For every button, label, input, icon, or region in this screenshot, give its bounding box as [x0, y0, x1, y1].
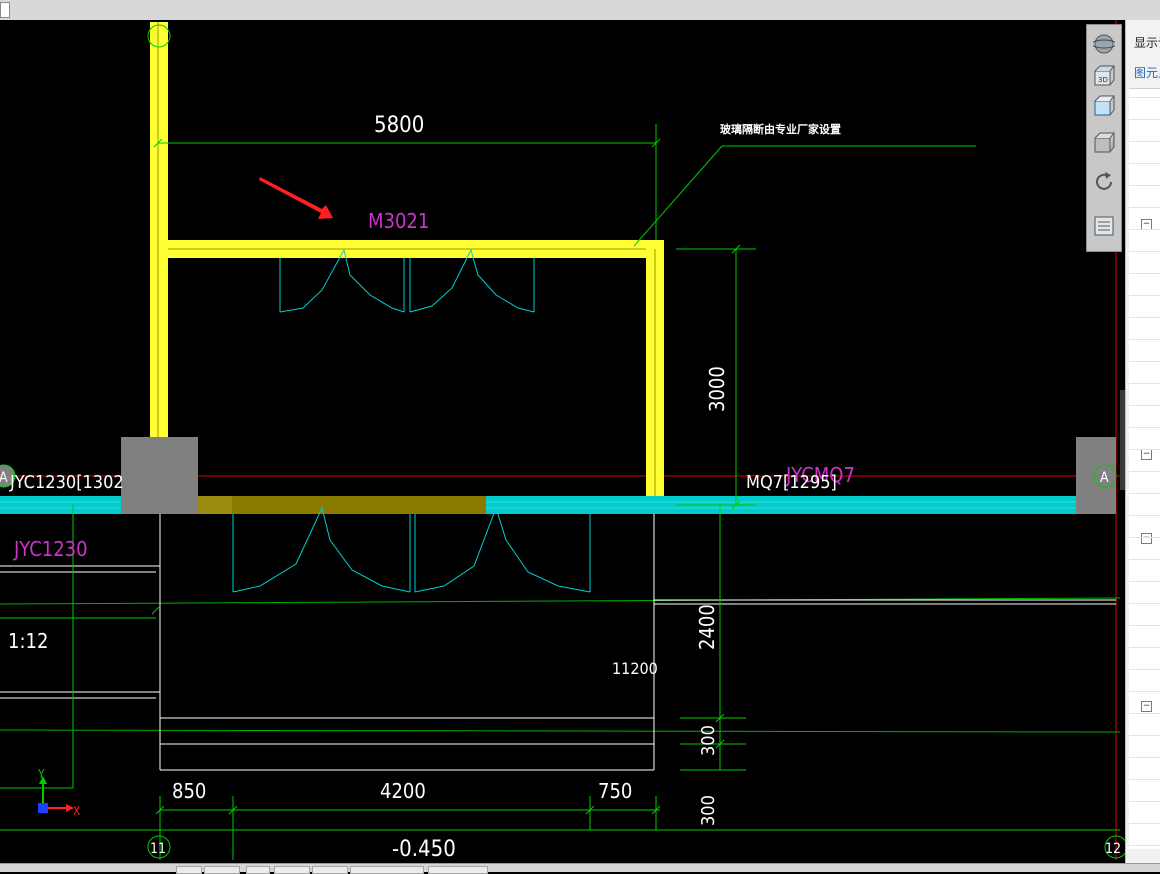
property-row	[1129, 779, 1160, 780]
ucs-icon	[38, 776, 74, 813]
view-toolbar: 3D	[1086, 24, 1122, 252]
property-row	[1129, 537, 1160, 538]
property-row	[1129, 163, 1160, 164]
length-label: 11200	[612, 659, 658, 678]
status-button[interactable]	[312, 866, 348, 874]
property-row	[1129, 251, 1160, 252]
scale-text: 1:12	[8, 629, 48, 653]
property-row	[1129, 449, 1160, 450]
dim-750-text: 750	[598, 779, 632, 803]
property-row	[1129, 801, 1160, 802]
axis-11-text: 11	[150, 841, 166, 857]
property-row	[1129, 295, 1160, 296]
dim-top-text: 5800	[374, 113, 424, 138]
property-row	[1129, 207, 1160, 208]
property-row	[1129, 229, 1160, 230]
property-row	[1129, 273, 1160, 274]
view-3d-icon[interactable]: 3D	[1090, 63, 1118, 89]
property-row	[1129, 691, 1160, 692]
property-row	[1129, 339, 1160, 340]
door-label: M3021	[368, 209, 429, 233]
property-row	[1129, 427, 1160, 428]
view-cube-icon[interactable]	[1090, 130, 1118, 156]
property-row	[1129, 625, 1160, 626]
view-top-icon[interactable]	[1090, 93, 1118, 119]
property-row	[1129, 317, 1160, 318]
dim-300b-text: 300	[698, 795, 719, 826]
dim-4200-text: 4200	[380, 779, 426, 803]
grid-line	[0, 597, 1121, 605]
property-row	[1129, 405, 1160, 406]
status-button[interactable]	[274, 866, 310, 874]
property-row	[1129, 515, 1160, 516]
ucs-x-text: X	[73, 804, 81, 818]
collapse-icon[interactable]: −	[1141, 701, 1152, 712]
property-row	[1129, 735, 1160, 736]
tab-element-display[interactable]: 图元显示	[1134, 64, 1160, 81]
dim-right-vertical-text: 3000	[705, 366, 729, 412]
property-row	[1129, 559, 1160, 560]
red-arrow-icon	[259, 177, 333, 219]
leader-note-text: 玻璃隔断由专业厂家设置	[720, 122, 841, 136]
curtain-label: MQ7[1295]	[746, 472, 837, 493]
status-button[interactable]	[428, 866, 488, 874]
property-row	[1129, 493, 1160, 494]
tab-display-settings[interactable]: 显示设置	[1134, 34, 1160, 51]
axis-12-text: 12	[1105, 841, 1121, 857]
collapse-icon[interactable]: −	[1141, 533, 1152, 544]
door-swing-top	[279, 248, 535, 313]
property-row	[1129, 845, 1160, 846]
property-row	[1129, 361, 1160, 362]
cad-drawing-canvas[interactable]: 5800 玻璃隔断由专业厂家设置 M3021 3000 JYC1230[1302…	[0, 20, 1125, 863]
wall-vertical-left	[150, 22, 168, 442]
axis-a-left-text: A	[0, 470, 8, 486]
property-row	[1129, 185, 1160, 186]
wall-segment-door	[198, 496, 486, 514]
rotate-icon[interactable]	[1090, 169, 1118, 195]
dim-300a-text: 300	[698, 725, 719, 756]
globe-icon[interactable]	[1090, 31, 1118, 57]
property-row	[1129, 669, 1160, 670]
property-row	[1129, 647, 1160, 648]
grid-line	[0, 729, 1121, 733]
door-swing-bottom	[232, 506, 591, 593]
column-left	[121, 437, 198, 514]
property-row	[1129, 757, 1160, 758]
top-bar	[0, 0, 1160, 21]
status-button[interactable]	[246, 866, 270, 874]
cad-drawing: 5800 玻璃隔断由专业厂家设置 M3021 3000 JYC1230[1302…	[0, 20, 1125, 862]
window-left-label: JYC1230[1302	[9, 472, 124, 493]
property-row	[1129, 383, 1160, 384]
property-row	[1129, 471, 1160, 472]
ucs-y-text: Y	[37, 767, 45, 781]
property-row	[1129, 141, 1160, 142]
property-row	[1129, 581, 1160, 582]
right-panel: 显示设置 图元显示 − − − −	[1125, 20, 1160, 863]
window-left-tag: JYC1230	[13, 537, 88, 561]
layer-list-icon[interactable]	[1090, 213, 1118, 239]
status-button[interactable]	[204, 866, 240, 874]
status-button[interactable]	[176, 866, 202, 874]
collapse-icon[interactable]: −	[1141, 449, 1152, 460]
property-row	[1129, 119, 1160, 120]
dim-2400-text: 2400	[695, 604, 719, 650]
dim-850-text: 850	[172, 779, 206, 803]
status-button[interactable]	[350, 866, 424, 874]
property-grid: − − − −	[1129, 88, 1160, 849]
top-bar-input[interactable]	[0, 2, 10, 18]
property-row	[1129, 603, 1160, 604]
svg-text:3D: 3D	[1098, 76, 1108, 84]
property-row	[1129, 97, 1160, 98]
property-row	[1129, 713, 1160, 714]
elevation-text: -0.450	[392, 837, 456, 862]
property-row	[1129, 823, 1160, 824]
axis-a-right-text: A	[1100, 470, 1109, 486]
